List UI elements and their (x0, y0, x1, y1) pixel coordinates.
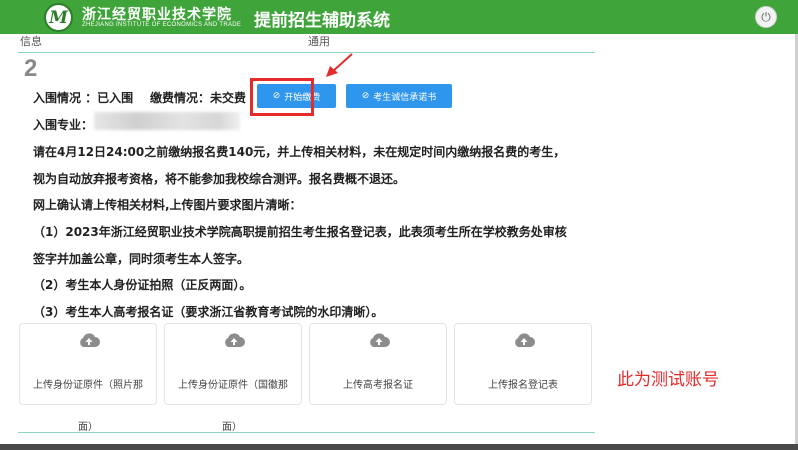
upload-id-back-card[interactable]: 上传身份证原件（国徽那 (164, 323, 302, 405)
upload-id-front-card[interactable]: 上传身份证原件（照片那 (19, 323, 157, 405)
instruction-line: 视为自动放弃报考资格，将不能参加我校综合测评。报名费概不退还。 (33, 172, 406, 186)
top-header: M 浙江经贸职业技术学院 ZHEJIANG INSTITUTE OF ECONO… (0, 0, 798, 34)
admission-status: 入围情况 ：已入围 (33, 91, 134, 105)
pointer-arrow-icon (326, 53, 353, 77)
cut-row-right: 通用 (308, 35, 330, 48)
upload-label: 上传身份证原件（国徽那 (178, 380, 288, 391)
instruction-line: （3）考生本人高考报名证（要求浙江省教育考试院的水印清晰）。 (33, 305, 384, 319)
school-name: 浙江经贸职业技术学院 (82, 7, 232, 23)
cut-row-left: 信息 (20, 35, 42, 48)
major-label: 入围专业： (33, 118, 94, 132)
cloud-upload-icon (515, 333, 535, 347)
cloud-upload-icon (80, 333, 100, 347)
upload-label: 上传报名登记表 (488, 380, 558, 391)
divider-bottom (18, 432, 595, 433)
school-logo: M (44, 3, 73, 32)
bottom-bar (0, 444, 798, 450)
upload-label-tail: 面） (78, 422, 98, 433)
highlight-box (250, 78, 314, 116)
school-name-en: ZHEJIANG INSTITUTE OF ECONOMICS AND TRAD… (82, 22, 242, 28)
upload-exam-card[interactable]: 上传高考报名证 (309, 323, 447, 405)
integrity-pledge-button[interactable]: ⊘ 考生诚信承诺书 (346, 84, 452, 108)
cloud-upload-icon (225, 333, 245, 347)
upload-label-tail: 面） (222, 422, 242, 433)
instruction-line: 请在4月12日24:00之前缴纳报名费140元，并上传相关材料，未在规定时间内缴… (33, 145, 566, 159)
blurred-major (94, 112, 240, 130)
upload-registration-card[interactable]: 上传报名登记表 (454, 323, 592, 405)
check-circle-icon: ⊘ (361, 91, 370, 101)
upload-label: 上传身份证原件（照片那 (33, 380, 143, 391)
cloud-upload-icon (370, 333, 390, 347)
instruction-line: 签字并加盖公章，同时须考生本人签字。 (33, 252, 250, 266)
step-number: 2 (24, 55, 38, 82)
power-icon[interactable]: ⏻ (755, 6, 777, 28)
instruction-line: 网上确认请上传相关材料,上传图片要求图片清晰： (33, 198, 302, 212)
payment-status: 缴费情况：未交费 (150, 91, 247, 105)
divider-top (18, 52, 595, 53)
system-title: 提前招生辅助系统 (254, 11, 390, 31)
upload-label: 上传高考报名证 (343, 380, 413, 391)
instruction-line: （2）考生本人身份证拍照（正反两面）。 (33, 278, 252, 292)
instruction-line: （1）2023年浙江经贸职业技术学院高职提前招生考生报名登记表，此表须考生所在学… (33, 225, 567, 239)
test-account-note: 此为测试账号 (617, 370, 719, 390)
